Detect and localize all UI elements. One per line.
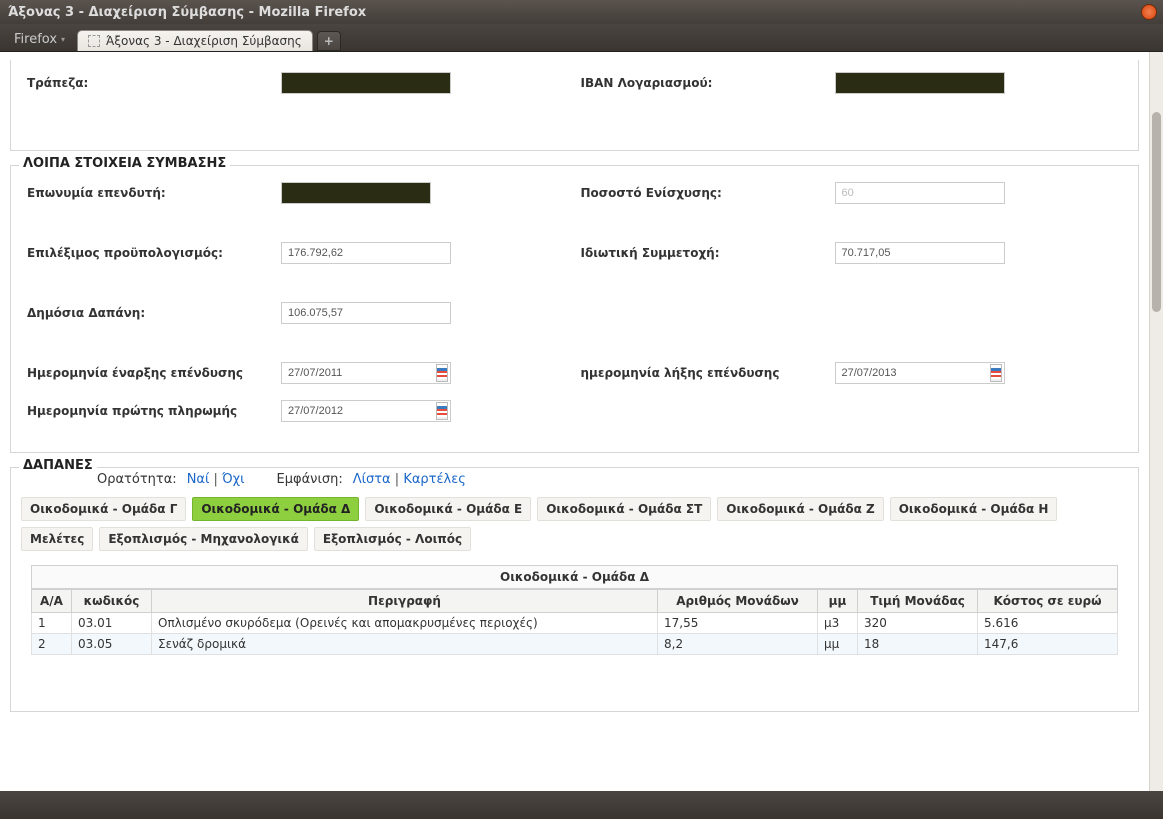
table-cell: 1 bbox=[32, 613, 72, 634]
plus-icon: + bbox=[324, 34, 334, 48]
expense-tab[interactable]: Εξοπλισμός - Λοιπός bbox=[314, 527, 471, 551]
table-cell: Οπλισμένο σκυρόδεμα (Ορεινές και απομακρ… bbox=[152, 613, 658, 634]
budget-label: Επιλέξιμος προϋπολογισμός: bbox=[21, 246, 281, 260]
browser-tab[interactable]: Άξονας 3 - Διαχείριση Σύμβασης bbox=[77, 30, 313, 51]
budget-input[interactable] bbox=[281, 242, 451, 264]
private-input[interactable] bbox=[835, 242, 1005, 264]
visibility-no-link[interactable]: Όχι bbox=[222, 472, 244, 487]
close-icon[interactable] bbox=[1141, 4, 1157, 20]
firefox-menu-button[interactable]: Firefox ▾ bbox=[4, 28, 75, 51]
bank-label: Τράπεζα: bbox=[21, 76, 281, 90]
table-header: Περιγραφή bbox=[152, 590, 658, 613]
table-cell: 03.01 bbox=[72, 613, 152, 634]
calendar-icon[interactable] bbox=[436, 402, 448, 420]
table-cell: 18 bbox=[858, 634, 978, 655]
investor-label: Επωνυμία επενδυτή: bbox=[21, 186, 281, 200]
browser-chrome: Firefox ▾ Άξονας 3 - Διαχείριση Σύμβασης… bbox=[0, 24, 1163, 52]
calendar-icon[interactable] bbox=[436, 364, 448, 382]
tab-title: Άξονας 3 - Διαχείριση Σύμβασης bbox=[106, 34, 302, 48]
table-header: Α/Α bbox=[32, 590, 72, 613]
expenses-fieldset: ΔΑΠΑΝΕΣ Ορατότητα: Ναί | Όχι Εμφάνιση: Λ… bbox=[10, 467, 1139, 712]
expense-tab[interactable]: Οικοδομικά - Ομάδα Ζ bbox=[717, 497, 883, 521]
contract-fieldset: ΛΟΙΠΑ ΣΤΟΙΧΕΙΑ ΣΥΜΒΑΣΗΣ Επωνυμία επενδυτ… bbox=[10, 165, 1139, 453]
table-cell: μ3 bbox=[818, 613, 858, 634]
scrollbar-thumb[interactable] bbox=[1152, 112, 1161, 312]
bank-fieldset: Τράπεζα: IBAN Λογαριασμού: bbox=[10, 60, 1139, 151]
browser-status-bar bbox=[0, 791, 1163, 819]
display-label: Εμφάνιση: bbox=[277, 472, 343, 487]
table-cell: 5.616 bbox=[978, 613, 1118, 634]
window-title: Άξονας 3 - Διαχείριση Σύμβασης - Mozilla… bbox=[8, 5, 366, 20]
iban-input[interactable] bbox=[835, 72, 1005, 94]
chevron-down-icon: ▾ bbox=[61, 35, 65, 44]
vertical-scrollbar[interactable] bbox=[1149, 52, 1163, 819]
calendar-icon[interactable] bbox=[990, 364, 1002, 382]
display-list-link[interactable]: Λίστα bbox=[353, 472, 391, 487]
table-cell: 03.05 bbox=[72, 634, 152, 655]
firstpay-label: Ημερομηνία πρώτης πληρωμής bbox=[21, 404, 281, 418]
expense-tab[interactable]: Οικοδομικά - Ομάδα Γ bbox=[21, 497, 186, 521]
table-caption: Οικοδομικά - Ομάδα Δ bbox=[31, 565, 1118, 589]
contract-legend: ΛΟΙΠΑ ΣΤΟΙΧΕΙΑ ΣΥΜΒΑΣΗΣ bbox=[19, 156, 230, 171]
start-date-label: Ημερομηνία έναρξης επένδυσης bbox=[21, 366, 281, 380]
table-header: Τιμή Μονάδας bbox=[858, 590, 978, 613]
table-row[interactable]: 103.01Οπλισμένο σκυρόδεμα (Ορεινές και α… bbox=[32, 613, 1118, 634]
table-cell: 8,2 bbox=[658, 634, 818, 655]
end-date-input[interactable] bbox=[836, 363, 990, 383]
start-date-input[interactable] bbox=[282, 363, 436, 383]
bank-input[interactable] bbox=[281, 72, 451, 94]
separator: | bbox=[214, 472, 218, 487]
table-cell: 17,55 bbox=[658, 613, 818, 634]
table-header: Κόστος σε ευρώ bbox=[978, 590, 1118, 613]
expenses-title: ΔΑΠΑΝΕΣ bbox=[23, 458, 93, 473]
firstpay-input[interactable] bbox=[282, 401, 436, 421]
table-cell: Σενάζ δρομικά bbox=[152, 634, 658, 655]
table-cell: 147,6 bbox=[978, 634, 1118, 655]
expense-tab[interactable]: Οικοδομικά - Ομάδα ΣΤ bbox=[537, 497, 711, 521]
public-input[interactable] bbox=[281, 302, 451, 324]
expense-tab[interactable]: Μελέτες bbox=[21, 527, 93, 551]
display-cards-link[interactable]: Καρτέλες bbox=[403, 472, 466, 487]
support-pct-input bbox=[835, 182, 1005, 204]
support-pct-label: Ποσοστό Ενίσχυσης: bbox=[575, 186, 835, 200]
visibility-label: Ορατότητα: bbox=[97, 472, 177, 487]
expenses-legend: ΔΑΠΑΝΕΣ bbox=[19, 458, 97, 483]
public-label: Δημόσια Δαπάνη: bbox=[21, 306, 281, 320]
expense-tab[interactable]: Εξοπλισμός - Μηχανολογικά bbox=[99, 527, 308, 551]
end-date-field[interactable] bbox=[835, 362, 1005, 384]
window-titlebar: Άξονας 3 - Διαχείριση Σύμβασης - Mozilla… bbox=[0, 0, 1163, 24]
firstpay-field[interactable] bbox=[281, 400, 451, 422]
table-row[interactable]: 203.05Σενάζ δρομικά8,2μμ18147,6 bbox=[32, 634, 1118, 655]
visibility-yes-link[interactable]: Ναί bbox=[187, 472, 210, 487]
page-viewport: Τράπεζα: IBAN Λογαριασμού: ΛΟΙΠΑ ΣΤΟΙΧΕΙ… bbox=[0, 52, 1163, 819]
separator: | bbox=[395, 472, 399, 487]
expense-tab[interactable]: Οικοδομικά - Ομάδα Δ bbox=[192, 497, 359, 521]
expenses-table: Οικοδομικά - Ομάδα Δ Α/ΑκωδικόςΠεριγραφή… bbox=[31, 565, 1118, 655]
iban-label: IBAN Λογαριασμού: bbox=[575, 76, 835, 90]
expense-tab[interactable]: Οικοδομικά - Ομάδα Η bbox=[890, 497, 1058, 521]
new-tab-button[interactable]: + bbox=[317, 31, 341, 51]
table-cell: μμ bbox=[818, 634, 858, 655]
table-header: κωδικός bbox=[72, 590, 152, 613]
table-cell: 320 bbox=[858, 613, 978, 634]
table-header: μμ bbox=[818, 590, 858, 613]
private-label: Ιδιωτική Συμμετοχή: bbox=[575, 246, 835, 260]
expense-tab[interactable]: Οικοδομικά - Ομάδα Ε bbox=[365, 497, 531, 521]
start-date-field[interactable] bbox=[281, 362, 451, 384]
firefox-menu-label: Firefox bbox=[14, 32, 57, 47]
tab-loading-icon bbox=[88, 35, 100, 47]
investor-input[interactable] bbox=[281, 182, 431, 204]
table-cell: 2 bbox=[32, 634, 72, 655]
end-date-label: ημερομηνία λήξης επένδυσης bbox=[575, 366, 835, 380]
table-header: Αριθμός Μονάδων bbox=[658, 590, 818, 613]
expense-tabs: Οικοδομικά - Ομάδα ΓΟικοδομικά - Ομάδα Δ… bbox=[21, 497, 1128, 551]
